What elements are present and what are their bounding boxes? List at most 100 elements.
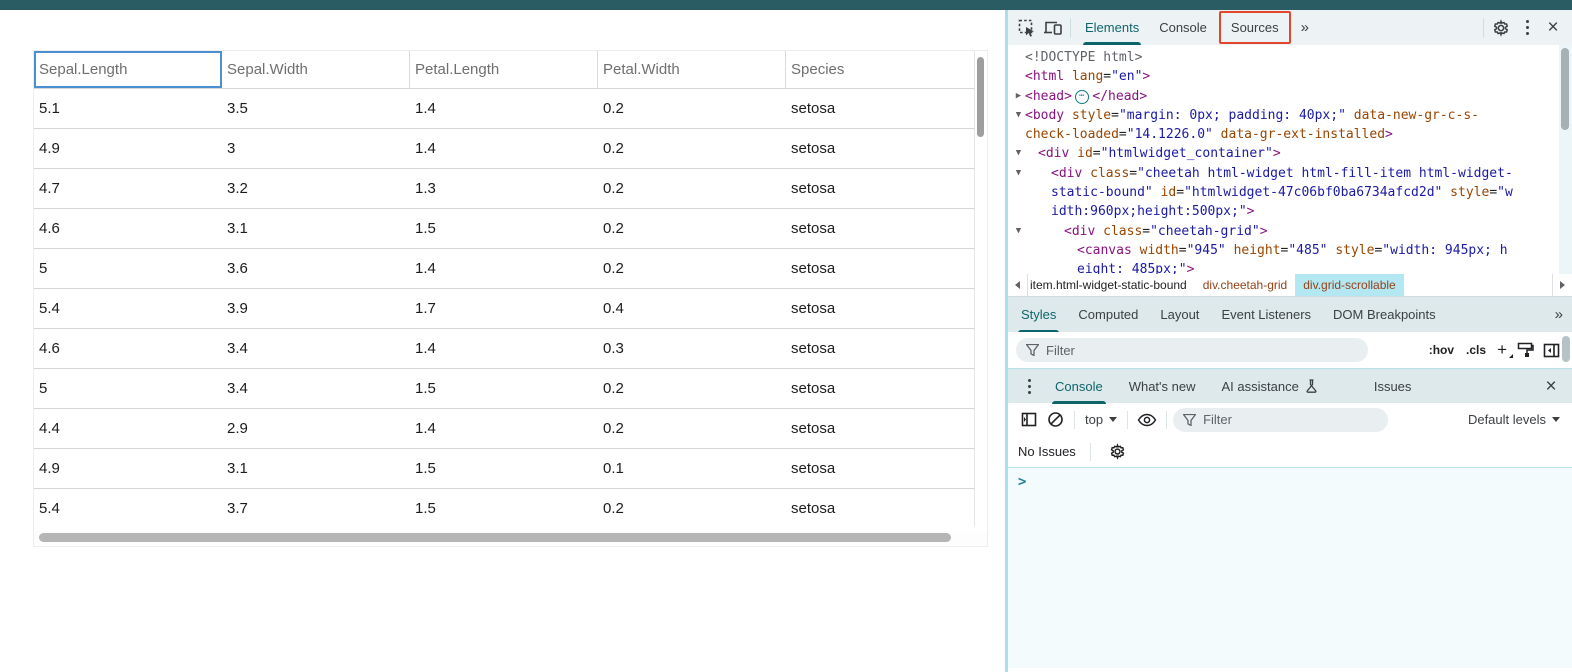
table-cell[interactable]: 1.5 (410, 449, 598, 488)
inspect-element-icon[interactable] (1014, 15, 1040, 41)
tab-computed[interactable]: Computed (1067, 297, 1149, 333)
expand-arrow-icon[interactable]: ▼ (1012, 222, 1025, 241)
dock-sidebar-icon[interactable] (1538, 337, 1564, 363)
grid-horizontal-scrollbar[interactable] (34, 531, 987, 545)
toggle-class-button[interactable]: .cls (1460, 343, 1492, 357)
table-cell[interactable]: 3.9 (222, 289, 410, 328)
kebab-menu-icon[interactable] (1514, 15, 1540, 41)
collapsed-ellipsis-button[interactable]: ⋯ (1075, 90, 1089, 104)
table-cell[interactable]: setosa (786, 249, 974, 288)
table-row[interactable]: 4.42.91.40.2setosa (34, 409, 974, 449)
table-cell[interactable]: 4.7 (34, 169, 222, 208)
code-line[interactable]: <canvas width="945" height="485" style="… (1012, 241, 1558, 260)
expand-arrow-icon[interactable]: ▶ (1012, 87, 1025, 106)
table-row[interactable]: 4.73.21.30.2setosa (34, 169, 974, 209)
table-cell[interactable]: 1.4 (410, 409, 598, 448)
styles-scrollbar-thumb[interactable] (1562, 336, 1570, 362)
table-header-cell[interactable]: Species (786, 51, 974, 88)
table-cell[interactable]: 4.9 (34, 129, 222, 168)
tab-drawer-console[interactable]: Console (1042, 369, 1116, 404)
expand-arrow-icon[interactable]: ▼ (1012, 144, 1025, 163)
tab-elements[interactable]: Elements (1075, 10, 1149, 45)
more-panes-icon[interactable]: » (1547, 306, 1570, 323)
toggle-hover-state-button[interactable]: :hov (1423, 343, 1460, 357)
table-row[interactable]: 5.43.71.50.2setosa (34, 489, 974, 526)
elements-scrollbar[interactable] (1559, 45, 1572, 274)
code-line[interactable]: ▼<div class="cheetah-grid"> (1012, 222, 1558, 241)
code-line[interactable]: <html lang="en"> (1012, 67, 1558, 86)
breadcrumb-item[interactable]: div.cheetah-grid (1195, 274, 1296, 296)
table-cell[interactable]: 5.4 (34, 289, 222, 328)
close-drawer-icon[interactable]: × (1538, 373, 1564, 399)
table-header-cell[interactable]: Petal.Length (410, 51, 598, 88)
table-cell[interactable]: 0.2 (598, 169, 786, 208)
table-cell[interactable]: setosa (786, 169, 974, 208)
table-cell[interactable]: 0.2 (598, 369, 786, 408)
table-cell[interactable]: 5.4 (34, 489, 222, 526)
breadcrumb-item[interactable]: item.html-widget-static-bound (1028, 274, 1195, 296)
table-cell[interactable]: 0.3 (598, 329, 786, 368)
table-cell[interactable]: 3.7 (222, 489, 410, 526)
grid-horizontal-scrollbar-thumb[interactable] (39, 533, 951, 542)
tab-styles[interactable]: Styles (1010, 297, 1067, 333)
table-cell[interactable]: 0.2 (598, 489, 786, 526)
table-row[interactable]: 5.43.91.70.4setosa (34, 289, 974, 329)
table-cell[interactable]: setosa (786, 209, 974, 248)
table-header-cell[interactable]: Petal.Width (598, 51, 786, 88)
table-cell[interactable]: setosa (786, 409, 974, 448)
console-sidebar-icon[interactable] (1016, 407, 1042, 433)
table-cell[interactable]: setosa (786, 289, 974, 328)
table-cell[interactable]: 1.7 (410, 289, 598, 328)
issues-count-label[interactable]: No Issues (1016, 444, 1076, 459)
tab-issues[interactable]: Issues (1361, 369, 1425, 404)
expand-arrow-icon[interactable]: ▼ (1012, 106, 1025, 125)
table-cell[interactable]: 5 (34, 369, 222, 408)
code-line[interactable]: static-bound" id="htmlwidget-47c06bf0ba6… (1012, 183, 1558, 202)
table-row[interactable]: 4.93.11.50.1setosa (34, 449, 974, 489)
table-cell[interactable]: setosa (786, 329, 974, 368)
log-levels-selector[interactable]: Default levels (1464, 412, 1564, 427)
expand-arrow-icon[interactable]: ▼ (1012, 164, 1025, 183)
table-row[interactable]: 4.63.11.50.2setosa (34, 209, 974, 249)
table-cell[interactable]: 3.6 (222, 249, 410, 288)
breadcrumb-scroll-left[interactable] (1008, 274, 1028, 296)
breadcrumb-scroll-right[interactable] (1552, 274, 1572, 296)
table-cell[interactable]: 3.2 (222, 169, 410, 208)
table-cell[interactable]: 4.6 (34, 329, 222, 368)
table-cell[interactable]: 1.5 (410, 489, 598, 526)
table-cell[interactable]: setosa (786, 89, 974, 128)
table-row[interactable]: 4.931.40.2setosa (34, 129, 974, 169)
table-cell[interactable]: 3.1 (222, 449, 410, 488)
table-cell[interactable]: 4.9 (34, 449, 222, 488)
tab-ai-assistance[interactable]: AI assistance (1209, 369, 1331, 404)
console-input-area[interactable]: > (1008, 467, 1572, 668)
drawer-kebab-icon[interactable] (1016, 373, 1042, 399)
table-cell[interactable]: 0.2 (598, 209, 786, 248)
table-cell[interactable]: 0.4 (598, 289, 786, 328)
table-cell[interactable]: 3.4 (222, 369, 410, 408)
table-cell[interactable]: 1.3 (410, 169, 598, 208)
table-cell[interactable]: 3.4 (222, 329, 410, 368)
table-cell[interactable]: 1.4 (410, 129, 598, 168)
code-line[interactable]: ▼<body style="margin: 0px; padding: 40px… (1012, 106, 1558, 125)
table-cell[interactable]: 0.1 (598, 449, 786, 488)
tab-sources[interactable]: Sources (1221, 13, 1289, 42)
rendering-emulation-icon[interactable] (1512, 337, 1538, 363)
device-toolbar-icon[interactable] (1040, 15, 1066, 41)
grid-vertical-scrollbar[interactable] (974, 51, 987, 526)
console-settings-gear-icon[interactable] (1105, 439, 1131, 465)
table-row[interactable]: 5.13.51.40.2setosa (34, 89, 974, 129)
code-line[interactable]: eight: 485px;"> (1012, 260, 1558, 274)
table-cell[interactable]: 5.1 (34, 89, 222, 128)
tab-console[interactable]: Console (1149, 10, 1217, 45)
table-cell[interactable]: 3.5 (222, 89, 410, 128)
settings-gear-icon[interactable] (1488, 15, 1514, 41)
table-cell[interactable]: 3.1 (222, 209, 410, 248)
table-cell[interactable]: 0.2 (598, 249, 786, 288)
code-line[interactable]: ▶<head>⋯</head> (1012, 87, 1558, 106)
context-selector[interactable]: top (1081, 412, 1121, 427)
table-cell[interactable]: 1.4 (410, 329, 598, 368)
grid-vertical-scrollbar-thumb[interactable] (977, 57, 984, 137)
tab-whats-new[interactable]: What's new (1116, 369, 1209, 404)
table-row[interactable]: 53.61.40.2setosa (34, 249, 974, 289)
